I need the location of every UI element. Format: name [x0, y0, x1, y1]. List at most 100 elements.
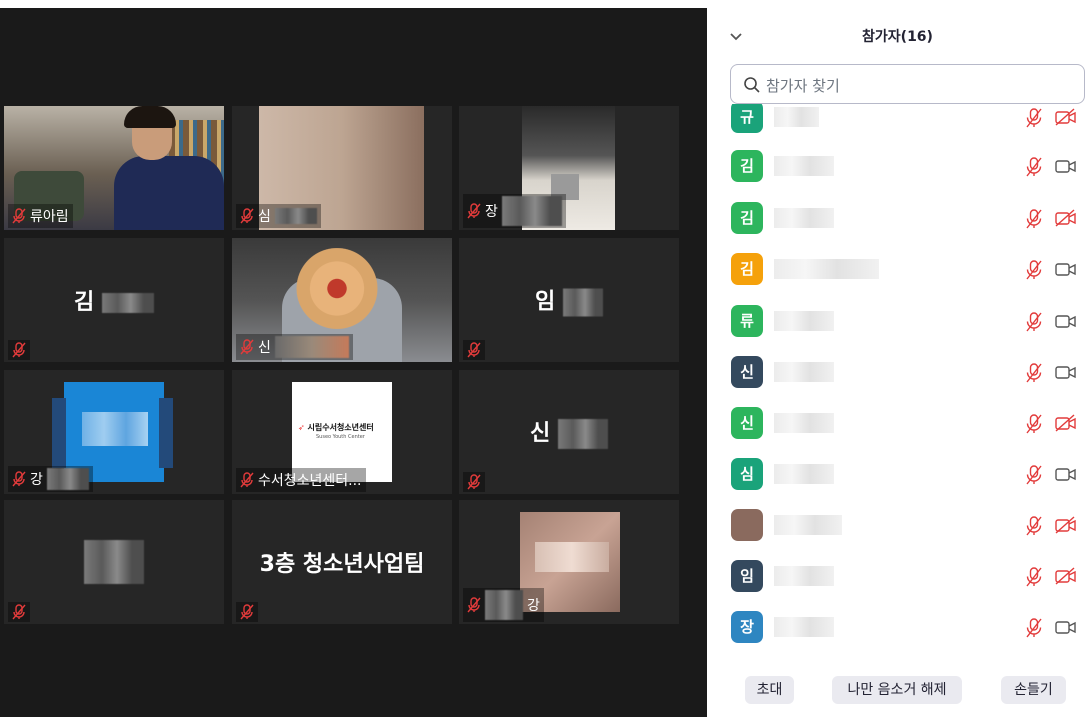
video-tile-7[interactable]: 강	[4, 370, 224, 494]
muted-mic-icon	[240, 208, 254, 224]
participant-search-input[interactable]: 참가자 찾기	[730, 64, 1085, 104]
invite-button[interactable]: 초대	[745, 676, 794, 704]
video-gallery: 류아림 심 장 김 신 임 강 ➶ 시립수서청소년센터 Suseo Youth …	[0, 0, 707, 717]
participant-avatar: 임	[731, 560, 763, 592]
tile-footer	[236, 602, 258, 622]
muted-mic-icon	[467, 342, 481, 358]
blurred-name	[274, 208, 317, 224]
center-logo: ➶ 시립수서청소년센터 Suseo Youth Center	[292, 382, 392, 482]
camera-off-icon[interactable]	[1054, 208, 1078, 228]
muted-mic-icon	[12, 604, 26, 620]
muted-mic-icon	[240, 604, 254, 620]
unmute-self-button[interactable]: 나만 음소거 해제	[832, 676, 962, 704]
participant-avatar: 장	[731, 611, 763, 643]
participant-row[interactable]: 장	[707, 602, 1088, 654]
participant-name-center: 김	[4, 284, 224, 316]
participant-name-blurred	[774, 208, 834, 228]
participant-avatar: 신	[731, 407, 763, 439]
camera-icon[interactable]	[1054, 311, 1078, 331]
muted-mic-icon	[12, 208, 26, 224]
muted-mic-icon[interactable]	[1024, 208, 1044, 230]
participant-name-center	[4, 540, 224, 584]
video-tile-2[interactable]: 심	[232, 106, 452, 230]
participant-name: 강	[30, 472, 43, 488]
tile-footer: 신	[236, 334, 353, 360]
participant-name: 신	[258, 340, 271, 356]
tile-footer: 심	[236, 204, 321, 228]
participant-row[interactable]: 류	[707, 296, 1088, 348]
video-tile-8[interactable]: ➶ 시립수서청소년센터 Suseo Youth Center 수서청소년센터..…	[232, 370, 452, 494]
muted-mic-icon[interactable]	[1024, 464, 1044, 486]
tile-footer: 강	[463, 588, 544, 622]
muted-mic-icon	[12, 471, 26, 487]
participant-name-center: 임	[459, 284, 679, 317]
participant-name: 수서청소년센터...	[258, 473, 362, 489]
participant-avatar: 규	[731, 104, 763, 133]
participant-name-center: 3층 청소년사업팀	[259, 552, 425, 577]
camera-off-icon[interactable]	[1054, 515, 1078, 535]
participant-list[interactable]: 규김김김류신신심임장	[707, 104, 1088, 660]
tile-footer	[463, 340, 485, 360]
video-tile-5[interactable]: 신	[232, 238, 452, 362]
participant-name: 강	[527, 598, 540, 614]
video-tile-12[interactable]: 강	[459, 500, 679, 624]
participant-row[interactable]: 신	[707, 347, 1088, 399]
search-placeholder: 참가자 찾기	[766, 77, 840, 95]
participant-avatar: 김	[731, 253, 763, 285]
panel-title: 참가자(16)	[862, 29, 933, 45]
camera-off-icon[interactable]	[1054, 566, 1078, 586]
participant-avatar: 심	[731, 458, 763, 490]
blurred-name	[274, 336, 349, 358]
participant-row[interactable]: 김	[707, 141, 1088, 193]
video-tile-4[interactable]: 김	[4, 238, 224, 362]
muted-mic-icon	[467, 203, 481, 219]
participant-name-blurred	[774, 311, 834, 331]
video-tile-1[interactable]: 류아림	[4, 106, 224, 230]
muted-mic-icon[interactable]	[1024, 259, 1044, 281]
muted-mic-icon[interactable]	[1024, 156, 1044, 178]
participant-name: 류아림	[30, 209, 69, 225]
camera-icon[interactable]	[1054, 156, 1078, 176]
muted-mic-icon[interactable]	[1024, 362, 1044, 384]
muted-mic-icon[interactable]	[1024, 413, 1044, 435]
tile-footer: 수서청소년센터...	[236, 468, 366, 492]
panel-header: 참가자(16)	[707, 26, 1088, 50]
participant-avatar: 신	[731, 356, 763, 388]
participant-avatar: 김	[731, 150, 763, 182]
video-tile-6[interactable]: 임	[459, 238, 679, 362]
participants-panel: 참가자(16) 참가자 찾기 규김김김류신신심임장 초대 나만 음소거 해제 손…	[707, 0, 1088, 717]
tile-footer: 류아림	[8, 204, 73, 228]
muted-mic-icon[interactable]	[1024, 566, 1044, 588]
raise-hand-button[interactable]: 손들기	[1001, 676, 1066, 704]
participant-row[interactable]: 심	[707, 449, 1088, 501]
video-tile-10[interactable]	[4, 500, 224, 624]
muted-mic-icon[interactable]	[1024, 617, 1044, 639]
camera-off-icon[interactable]	[1054, 107, 1078, 127]
tile-footer	[463, 472, 485, 492]
participant-name-center: 신	[459, 415, 679, 449]
participant-row[interactable]: 임	[707, 551, 1088, 603]
muted-mic-icon	[467, 474, 481, 490]
muted-mic-icon[interactable]	[1024, 107, 1044, 129]
muted-mic-icon[interactable]	[1024, 311, 1044, 333]
camera-icon[interactable]	[1054, 617, 1078, 637]
participant-row[interactable]: 규	[707, 104, 1088, 144]
participant-name-blurred	[774, 259, 879, 279]
tile-footer: 장	[463, 194, 566, 228]
participant-row[interactable]: 김	[707, 193, 1088, 245]
participant-name-blurred	[774, 413, 834, 433]
camera-icon[interactable]	[1054, 464, 1078, 484]
blurred-name	[501, 196, 562, 226]
participant-row[interactable]: 김	[707, 244, 1088, 296]
camera-off-icon[interactable]	[1054, 413, 1078, 433]
camera-icon[interactable]	[1054, 362, 1078, 382]
muted-mic-icon[interactable]	[1024, 515, 1044, 537]
camera-icon[interactable]	[1054, 259, 1078, 279]
participant-name-blurred	[774, 566, 834, 586]
participant-row[interactable]	[707, 500, 1088, 552]
muted-mic-icon	[12, 342, 26, 358]
video-tile-9[interactable]: 신	[459, 370, 679, 494]
video-tile-11[interactable]: 3층 청소년사업팀	[232, 500, 452, 624]
video-tile-3[interactable]: 장	[459, 106, 679, 230]
participant-row[interactable]: 신	[707, 398, 1088, 450]
